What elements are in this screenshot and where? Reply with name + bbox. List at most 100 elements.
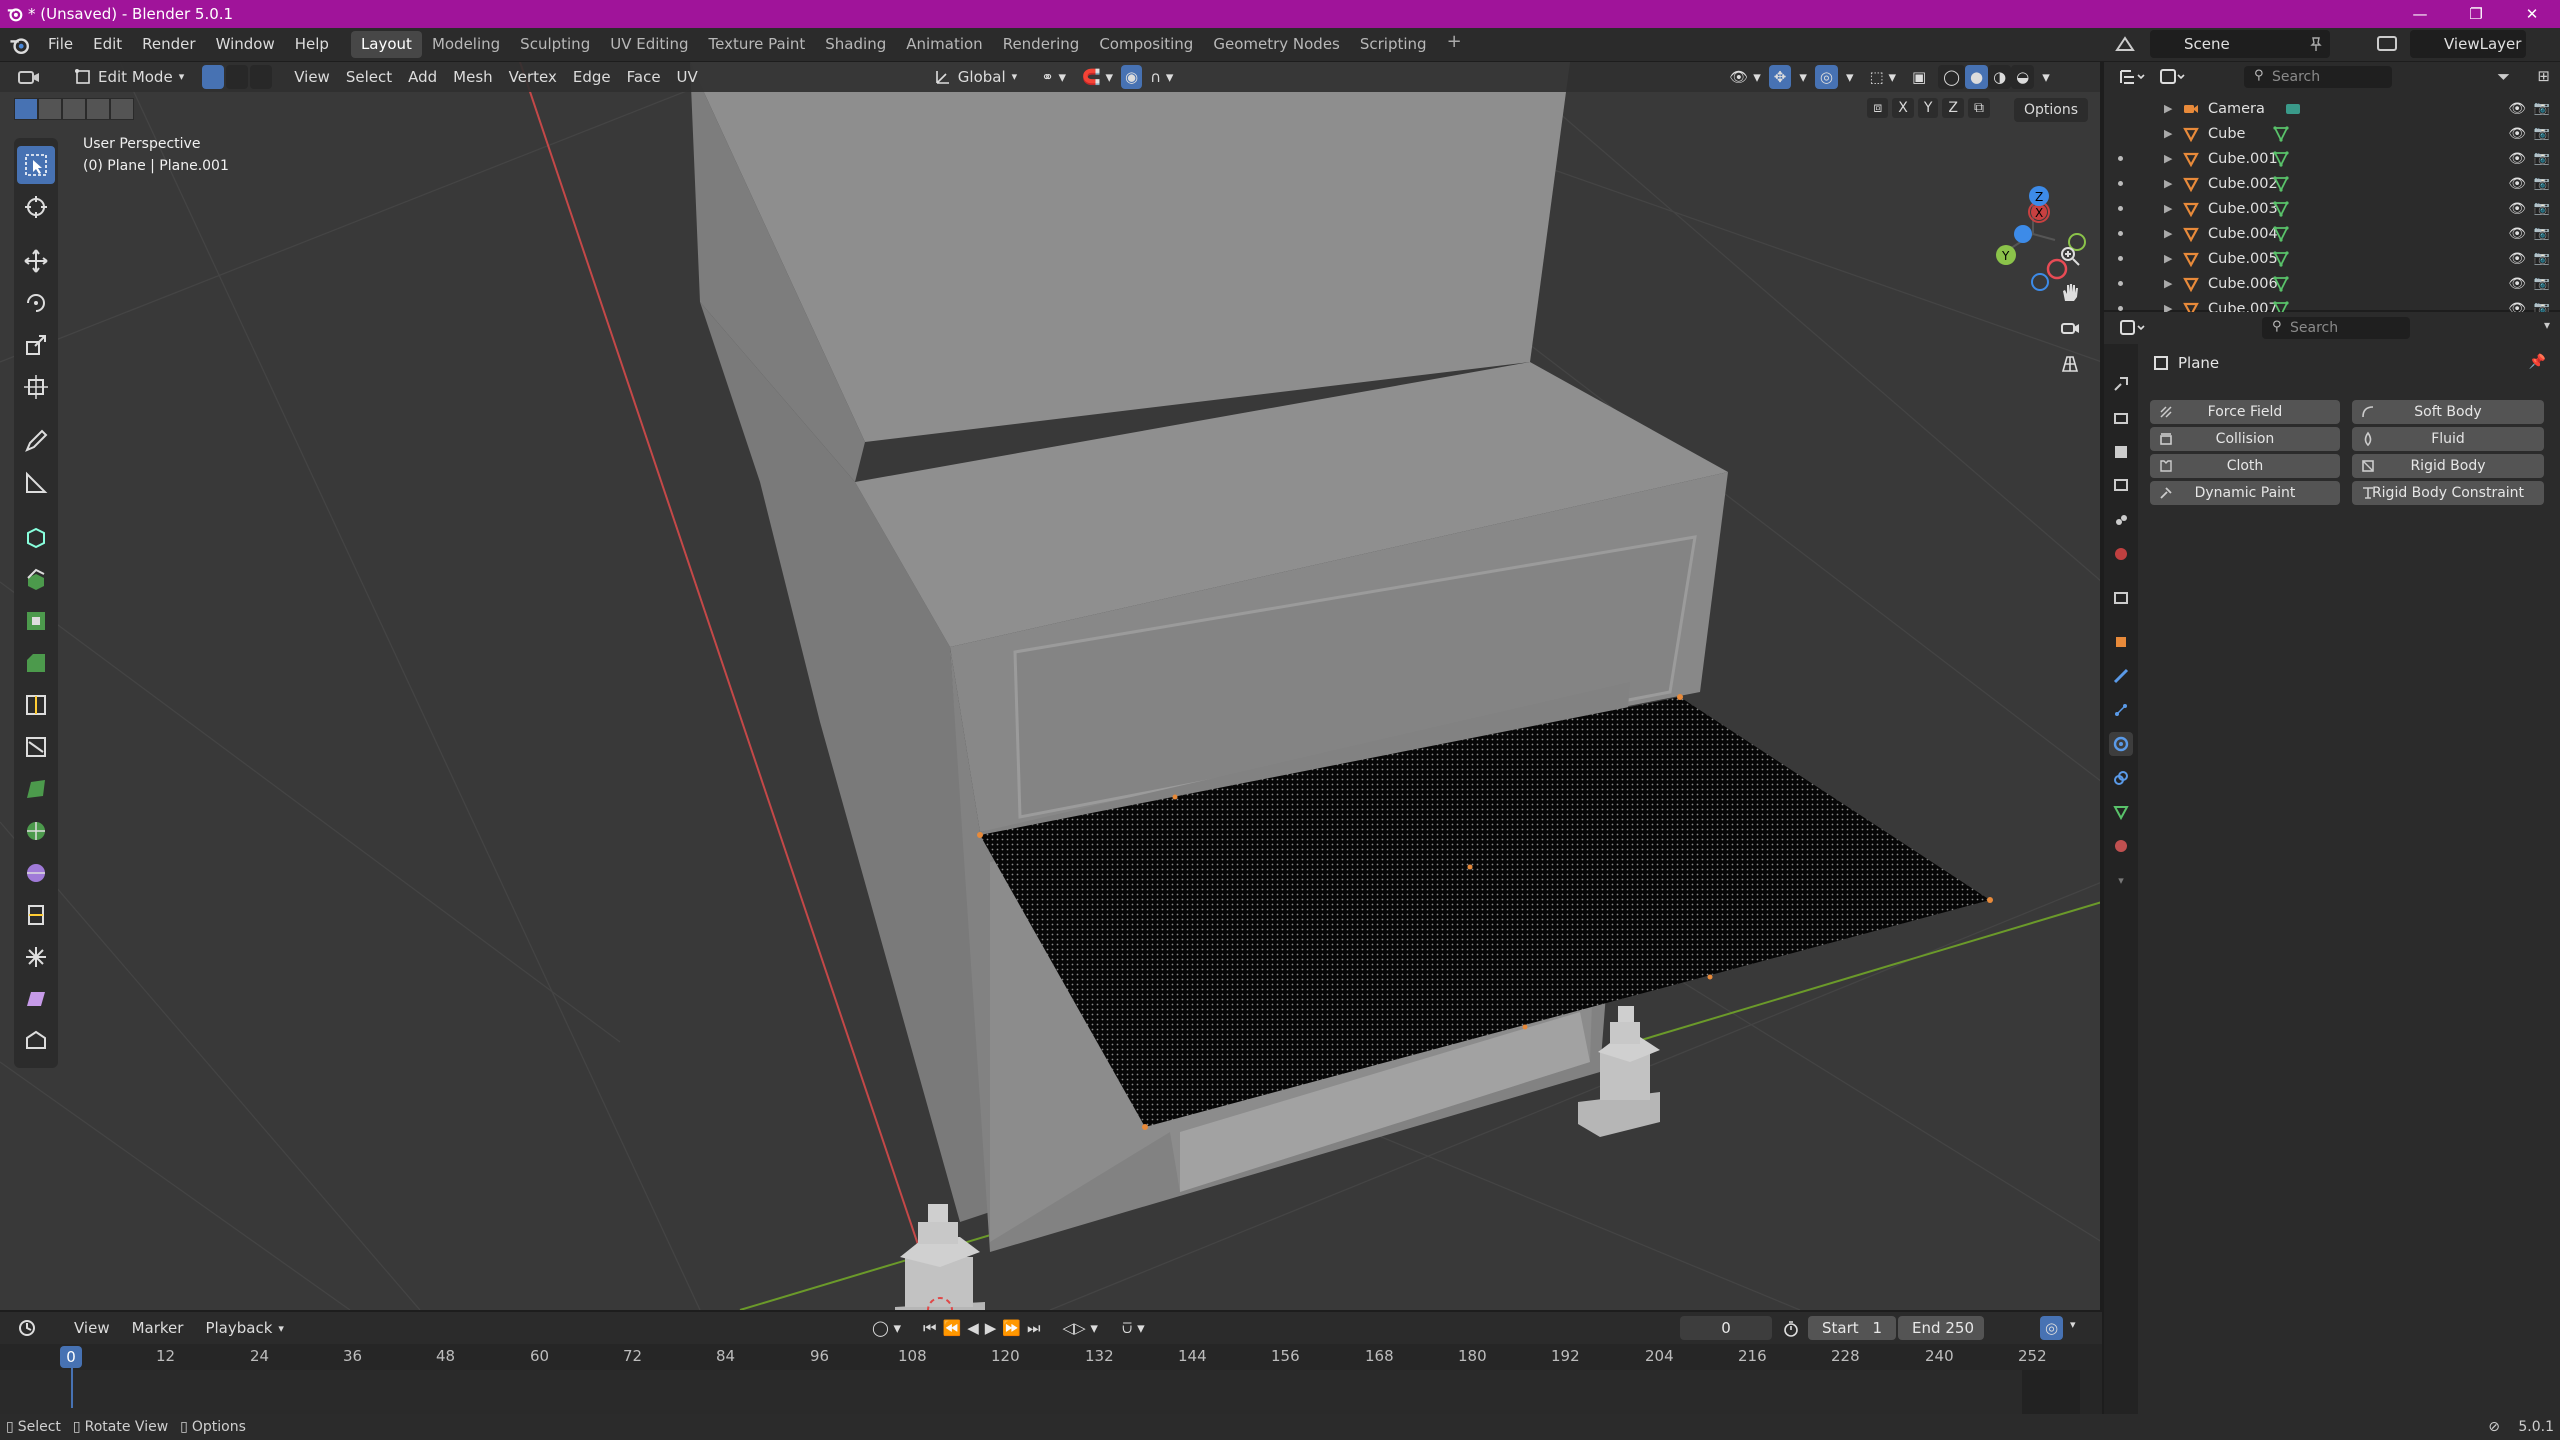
mirror-x-toggle[interactable]: X	[1892, 98, 1914, 118]
extrude-tool[interactable]	[17, 560, 55, 598]
restore-button[interactable]: ❐	[2448, 0, 2504, 28]
mode-selector[interactable]: Edit Mode ▾	[66, 65, 192, 89]
bevel-tool[interactable]	[17, 644, 55, 682]
end-frame-field[interactable]: End 250	[1898, 1316, 1984, 1340]
camera-render-icon[interactable]: 📷	[2534, 276, 2550, 291]
visibility-icon[interactable]: 👁 ▾	[1721, 65, 1768, 89]
tab-uv-editing[interactable]: UV Editing	[600, 31, 698, 58]
mirror-y-toggle[interactable]: Y	[1917, 98, 1939, 118]
current-frame-field[interactable]: 0	[1680, 1316, 1772, 1340]
tab-compositing[interactable]: Compositing	[1089, 31, 1203, 58]
smooth-tool[interactable]	[17, 854, 55, 892]
falloff-icon[interactable]: ∩ ▾	[1142, 65, 1181, 89]
vertex-select-button[interactable]	[202, 65, 225, 89]
menu-help[interactable]: Help	[285, 28, 339, 61]
outliner-row[interactable]: ▶ Cube.002 👁 📷	[2104, 171, 2560, 196]
eye-icon[interactable]: 👁	[2508, 226, 2526, 242]
tab-animation[interactable]: Animation	[896, 31, 992, 58]
properties-panel[interactable]: Search ⚲ ▾ ▾ Plane 📌 Force Field Soft Bo…	[2104, 312, 2560, 1414]
minimize-button[interactable]: —	[2392, 0, 2448, 28]
properties-editor-type-icon[interactable]	[2118, 318, 2148, 338]
select-intersect-icon[interactable]	[110, 98, 134, 120]
edge-select-button[interactable]	[226, 65, 249, 89]
particles-tab-icon[interactable]	[2109, 698, 2133, 722]
cloth-button[interactable]: Cloth	[2150, 454, 2340, 478]
timeline-menu-playback[interactable]: Playback	[197, 1316, 280, 1340]
timeline-track-area[interactable]	[0, 1366, 2080, 1414]
close-button[interactable]: ✕	[2504, 0, 2560, 28]
collection-tab-icon[interactable]	[2109, 586, 2133, 610]
timeline-editor-type-icon[interactable]	[16, 1317, 42, 1339]
expand-arrow-icon[interactable]: ▶	[2164, 177, 2172, 190]
constraints-tab-icon[interactable]	[2109, 766, 2133, 790]
timeline-overlay-icon[interactable]: ◎	[2040, 1316, 2064, 1340]
jump-start-icon[interactable]: ⏮	[923, 1319, 937, 1337]
rip-region-tool[interactable]	[17, 1022, 55, 1060]
select-invert-icon[interactable]	[86, 98, 110, 120]
play-icon[interactable]: ▶	[985, 1319, 997, 1337]
pan-hand-icon[interactable]	[2054, 276, 2086, 308]
solid-shading-icon[interactable]: ●	[1964, 65, 1989, 89]
physics-tab-icon[interactable]	[2109, 732, 2133, 756]
display-mode-icon[interactable]	[2158, 66, 2188, 88]
shrink-fatten-tool[interactable]	[17, 938, 55, 976]
cursor-tool[interactable]	[17, 188, 55, 226]
tab-scripting[interactable]: Scripting	[1350, 31, 1437, 58]
keying-snap-icon[interactable]: ⩂ ▾	[1114, 1316, 1153, 1340]
expand-arrow-icon[interactable]: ▶	[2164, 152, 2172, 165]
transform-orientation-selector[interactable]: Global ▾	[926, 65, 1025, 89]
start-frame-field[interactable]: Start 1	[1808, 1316, 1896, 1340]
3d-viewport[interactable]: Edit Mode ▾ View Select Add Mesh Vertex …	[0, 62, 2102, 1310]
eye-icon[interactable]: 👁	[2508, 176, 2526, 192]
viewport-scene[interactable]	[0, 62, 2102, 1310]
prev-keyframe-icon[interactable]: ⏪	[943, 1319, 962, 1337]
fluid-button[interactable]: Fluid	[2352, 427, 2544, 451]
expand-arrow-icon[interactable]: ▶	[2164, 227, 2172, 240]
filter-icon[interactable]: ⏷	[2497, 67, 2510, 87]
select-box-tool[interactable]	[17, 146, 55, 184]
outliner-row[interactable]: ▶ Cube.005 👁 📷	[2104, 246, 2560, 271]
tab-layout[interactable]: Layout	[350, 31, 422, 58]
pin-icon[interactable]: 📌	[2529, 354, 2546, 370]
world-tab-icon[interactable]	[2109, 542, 2133, 566]
shear-tool[interactable]	[17, 980, 55, 1018]
outliner-editor-type-icon[interactable]	[2118, 66, 2148, 88]
auto-keying-icon[interactable]: ◯ ▾	[864, 1316, 909, 1340]
tab-modeling[interactable]: Modeling	[422, 31, 510, 58]
viewport-menu-select[interactable]: Select	[338, 65, 400, 89]
viewport-menu-uv[interactable]: UV	[669, 65, 706, 89]
scale-tool[interactable]	[17, 326, 55, 364]
tool-tab-icon[interactable]	[2109, 372, 2133, 396]
loop-cut-tool[interactable]	[17, 686, 55, 724]
menu-file[interactable]: File	[38, 28, 83, 61]
soft-body-button[interactable]: Soft Body	[2352, 400, 2544, 424]
camera-render-icon[interactable]: 📷	[2534, 251, 2550, 266]
outliner-search-input[interactable]: Search	[2244, 66, 2392, 88]
wireframe-shading-icon[interactable]: ◯	[1938, 65, 1965, 89]
select-subtract-icon[interactable]	[62, 98, 86, 120]
options-dropdown[interactable]: Options	[2013, 98, 2088, 122]
viewport-menu-add[interactable]: Add	[400, 65, 445, 89]
select-new-icon[interactable]	[14, 98, 38, 120]
expand-arrow-icon[interactable]: ▶	[2164, 102, 2172, 115]
camera-render-icon[interactable]: 📷	[2534, 101, 2550, 116]
expand-arrow-icon[interactable]: ▶	[2164, 277, 2172, 290]
inset-tool[interactable]	[17, 602, 55, 640]
chevron-down-icon[interactable]: ▾	[1791, 65, 1815, 89]
viewport-menu-mesh[interactable]: Mesh	[445, 65, 501, 89]
scene-selector[interactable]: Scene	[2115, 30, 2330, 58]
play-reverse-icon[interactable]: ◀	[967, 1319, 979, 1337]
menu-render[interactable]: Render	[132, 28, 205, 61]
camera-render-icon[interactable]: 📷	[2534, 126, 2550, 141]
menu-edit[interactable]: Edit	[83, 28, 132, 61]
tab-sculpting[interactable]: Sculpting	[510, 31, 600, 58]
overlay-toggle-icon[interactable]: ◎	[1814, 65, 1838, 89]
tab-shading[interactable]: Shading	[815, 31, 896, 58]
outliner-row[interactable]: ▶ Cube.004 👁 📷	[2104, 221, 2560, 246]
rigid-body-constraint-button[interactable]: Rigid Body Constraint	[2352, 481, 2544, 505]
dynamic-paint-button[interactable]: Dynamic Paint	[2150, 481, 2340, 505]
rotate-tool[interactable]	[17, 284, 55, 322]
keyframe-nav-icon[interactable]: ◁▷ ▾	[1055, 1316, 1106, 1340]
editor-type-icon[interactable]	[16, 66, 42, 88]
tab-rendering[interactable]: Rendering	[993, 31, 1090, 58]
